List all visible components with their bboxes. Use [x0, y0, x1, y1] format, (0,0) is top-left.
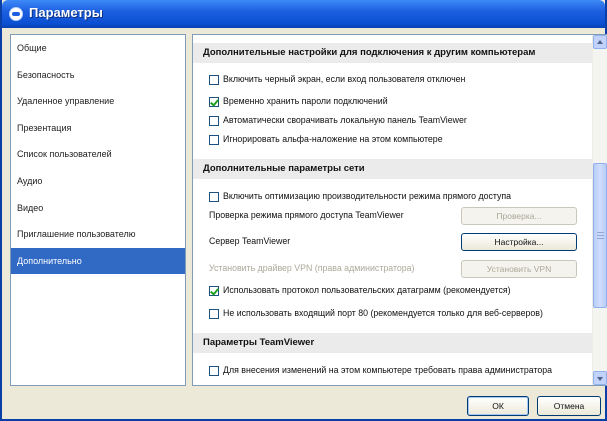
grip-line	[597, 232, 604, 233]
scroll-thumb[interactable]	[593, 163, 607, 308]
vpn-label: Установить драйвер VPN (права администра…	[209, 263, 415, 273]
nav-item-remote-control[interactable]: Удаленное управление	[11, 88, 185, 115]
nav-item-presentation[interactable]: Презентация	[11, 115, 185, 142]
nav-item-advanced[interactable]: Дополнительно	[11, 247, 185, 275]
section-header-connections: Дополнительные настройки для подключения…	[193, 43, 594, 63]
nav-item-partner-list[interactable]: Список пользователей	[11, 141, 185, 168]
install-vpn-button[interactable]: Установить VPN	[461, 260, 577, 278]
settings-window: Параметры Общие Безопасность Удаленное у…	[0, 0, 607, 421]
require-admin-checkbox[interactable]	[209, 365, 219, 376]
section-header-teamviewer: Параметры TeamViewer	[193, 333, 594, 353]
minimize-panel-checkbox[interactable]	[209, 115, 219, 126]
nav-item-security[interactable]: Безопасность	[11, 62, 185, 89]
ignore-alpha-label: Игнорировать альфа-наложение на этом ком…	[223, 134, 443, 145]
server-settings-button[interactable]: Настройка...	[461, 233, 577, 251]
option-udp[interactable]: Использовать протокол пользовательских д…	[209, 284, 511, 298]
grip-line	[597, 235, 604, 236]
vertical-scrollbar[interactable]	[592, 35, 607, 385]
temp-passwords-label: Временно хранить пароли подключений	[223, 96, 388, 107]
black-screen-label: Включить черный экран, если вход пользов…	[223, 74, 466, 85]
direct-access-label: Включить оптимизацию производительности …	[223, 191, 512, 202]
require-admin-label: Для внесения изменений на этом компьютер…	[223, 365, 553, 376]
grip-line	[597, 238, 604, 239]
option-black-screen[interactable]: Включить черный экран, если вход пользов…	[209, 73, 465, 87]
window-title: Параметры	[29, 5, 103, 20]
chevron-up-icon	[597, 40, 603, 44]
chevron-down-icon	[597, 377, 603, 381]
port80-checkbox[interactable]	[209, 308, 219, 319]
option-minimize-panel[interactable]: Автоматически сворачивать локальную пане…	[209, 114, 467, 128]
direct-access-checkbox[interactable]	[209, 191, 219, 202]
option-require-admin[interactable]: Для внесения изменений на этом компьютер…	[209, 364, 552, 378]
scroll-down-button[interactable]	[593, 371, 607, 385]
nav-item-audio[interactable]: Аудио	[11, 168, 185, 195]
nav-item-general[interactable]: Общие	[11, 35, 185, 62]
section-header-network: Дополнительные параметры сети	[193, 159, 594, 179]
ignore-alpha-checkbox[interactable]	[209, 134, 219, 145]
option-port80[interactable]: Не использовать входящий порт 80 (рекоме…	[209, 307, 543, 321]
teamviewer-icon	[9, 7, 23, 21]
option-direct-access[interactable]: Включить оптимизацию производительности …	[209, 190, 511, 204]
udp-checkbox[interactable]	[209, 285, 219, 296]
direct-check-button[interactable]: Проверка...	[461, 207, 577, 225]
cancel-button[interactable]: Отмена	[537, 396, 601, 416]
black-screen-checkbox[interactable]	[209, 74, 219, 85]
title-bar[interactable]: Параметры	[2, 0, 605, 28]
nav-item-invitation[interactable]: Приглашение пользователю	[11, 221, 185, 248]
option-ignore-alpha[interactable]: Игнорировать альфа-наложение на этом ком…	[209, 133, 443, 147]
direct-check-label: Проверка режима прямого доступа TeamView…	[209, 210, 404, 220]
port80-label: Не использовать входящий порт 80 (рекоме…	[223, 308, 543, 319]
ok-button[interactable]: ОК	[467, 396, 529, 416]
settings-nav-list: Общие Безопасность Удаленное управление …	[10, 34, 186, 386]
udp-label: Использовать протокол пользовательских д…	[223, 285, 511, 296]
server-label: Сервер TeamViewer	[209, 236, 291, 246]
nav-item-video[interactable]: Видео	[11, 195, 185, 222]
temp-passwords-checkbox[interactable]	[209, 96, 219, 107]
option-temp-passwords[interactable]: Временно хранить пароли подключений	[209, 95, 388, 109]
settings-content-panel: Дополнительные настройки для подключения…	[192, 34, 607, 386]
minimize-panel-label: Автоматически сворачивать локальную пане…	[223, 115, 467, 126]
scroll-up-button[interactable]	[593, 35, 607, 49]
